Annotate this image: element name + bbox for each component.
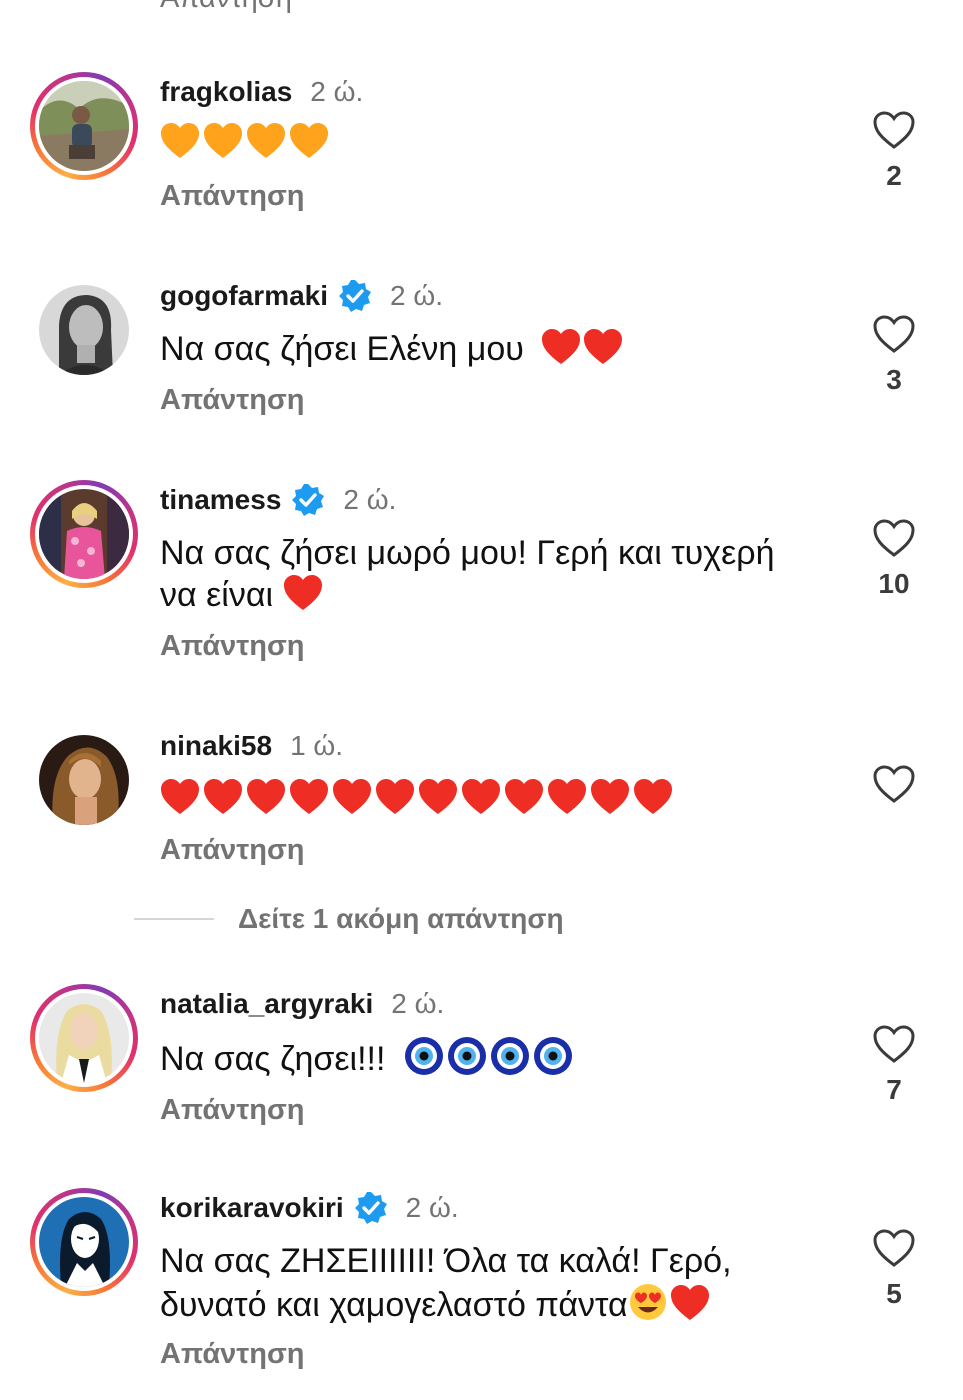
comment-text-line: Να σας ΖΗΣΕΙΙΙΙΙΙ! Όλα τα καλά! Γερό, <box>160 1242 732 1280</box>
heart-outline-icon <box>873 519 915 557</box>
timestamp: 2 ώ. <box>343 484 397 515</box>
avatar-story-ring[interactable] <box>30 984 138 1092</box>
avatar <box>39 489 129 579</box>
red-heart-emoji <box>505 779 543 814</box>
timestamp: 2 ώ. <box>390 280 444 311</box>
like-count: 2 <box>886 160 902 191</box>
username[interactable]: fragkolias <box>160 76 292 108</box>
avatar <box>39 735 129 825</box>
like-count: 5 <box>886 1278 902 1309</box>
heart-eyes-emoji <box>628 1282 668 1322</box>
heart-outline-icon <box>873 1025 915 1063</box>
avatar-story-ring[interactable] <box>30 72 138 180</box>
red-heart-emoji <box>541 328 581 366</box>
heart-outline-icon <box>873 315 915 353</box>
red-heart-emoji <box>419 779 457 814</box>
avatar-story-ring[interactable] <box>30 480 138 588</box>
orange-heart-emoji <box>204 123 242 158</box>
red-heart-emoji <box>591 779 629 814</box>
red-heart-emoji <box>204 779 242 814</box>
red-heart-emoji <box>161 779 199 814</box>
like-count: 7 <box>886 1074 902 1105</box>
comment-text-content: Να σας ζησει!!! <box>160 1040 386 1078</box>
avatar-container[interactable] <box>30 276 138 384</box>
username[interactable]: natalia_argyraki <box>160 988 373 1020</box>
divider-line <box>134 918 214 920</box>
username[interactable]: gogofarmaki <box>160 280 328 312</box>
avatar <box>39 285 129 375</box>
timestamp: 2 ώ. <box>405 1192 459 1223</box>
avatar <box>39 1197 129 1287</box>
reply-button[interactable]: Απάντηση <box>160 180 305 213</box>
orange-heart-emoji <box>161 123 199 158</box>
username[interactable]: korikaravokiri <box>160 1192 344 1224</box>
orange-heart-emoji <box>290 123 328 158</box>
view-more-replies-button[interactable]: Δείτε 1 ακόμη απάντηση <box>134 903 564 935</box>
comment-text: Να σας ζήσει Ελένη μου <box>160 328 840 370</box>
comment-text <box>160 778 840 816</box>
emoji-row <box>160 122 840 160</box>
avatar <box>39 993 129 1083</box>
view-more-replies-label: Δείτε 1 ακόμη απάντηση <box>238 903 564 934</box>
red-heart-emoji <box>670 1284 710 1322</box>
red-heart-emoji <box>290 779 328 814</box>
like-count: 3 <box>886 364 902 395</box>
reply-button[interactable]: Απάντηση <box>160 384 305 417</box>
like-count: 10 <box>878 568 910 599</box>
red-heart-emoji <box>247 779 285 814</box>
comment-text: Να σας ΖΗΣΕΙΙΙΙΙΙ! Όλα τα καλά! Γερό, δυ… <box>160 1240 840 1326</box>
reply-link-previous[interactable]: Απάντηση <box>160 0 292 15</box>
like-control[interactable] <box>870 764 918 804</box>
red-heart-emoji <box>634 779 672 814</box>
heart-outline-icon <box>873 1229 915 1267</box>
red-heart-emoji <box>548 779 586 814</box>
heart-outline-icon <box>873 111 915 149</box>
comment-text: Να σας ζησει!!! <box>160 1036 840 1080</box>
red-heart-emoji <box>583 328 623 366</box>
reply-button[interactable]: Απάντηση <box>160 630 305 663</box>
verified-badge-icon <box>354 1191 388 1225</box>
red-heart-emoji <box>462 779 500 814</box>
comment-text <box>160 122 840 160</box>
timestamp: 2 ώ. <box>391 988 445 1019</box>
comment-text-line: Να σας ζήσει μωρό μου! Γερή και τυχερή <box>160 534 775 572</box>
comment-text-line: δυνατό και χαμογελαστό πάντα <box>160 1286 628 1324</box>
comment-text-content: Να σας ζήσει Ελένη μου <box>160 330 524 368</box>
emoji-row <box>401 1037 573 1078</box>
like-control[interactable]: 10 <box>870 518 918 600</box>
nazar-amulet-emoji <box>490 1037 529 1075</box>
like-control[interactable]: 7 <box>870 1024 918 1106</box>
like-control[interactable]: 5 <box>870 1228 918 1310</box>
comment-text-line: να είναι <box>160 576 274 614</box>
username[interactable]: tinamess <box>160 484 281 516</box>
reply-button[interactable]: Απάντηση <box>160 834 305 867</box>
timestamp: 1 ώ. <box>290 730 344 761</box>
reply-button[interactable]: Απάντηση <box>160 1094 305 1127</box>
red-heart-emoji <box>283 574 323 612</box>
verified-badge-icon <box>291 483 325 517</box>
like-control[interactable]: 2 <box>870 110 918 192</box>
nazar-amulet-emoji <box>404 1037 443 1075</box>
orange-heart-emoji <box>247 123 285 158</box>
red-heart-emoji <box>376 779 414 814</box>
nazar-amulet-emoji <box>533 1037 572 1075</box>
like-control[interactable]: 3 <box>870 314 918 396</box>
verified-badge-icon <box>338 279 372 313</box>
reply-button[interactable]: Απάντηση <box>160 1338 305 1371</box>
avatar <box>39 81 129 171</box>
heart-outline-icon <box>873 765 915 803</box>
red-heart-emoji <box>333 779 371 814</box>
emoji-row <box>160 778 840 816</box>
comment-text: Να σας ζήσει μωρό μου! Γερή και τυχερή ν… <box>160 532 840 616</box>
timestamp: 2 ώ. <box>310 76 364 107</box>
username[interactable]: ninaki58 <box>160 730 272 762</box>
avatar-story-ring[interactable] <box>30 1188 138 1296</box>
nazar-amulet-emoji <box>447 1037 486 1075</box>
avatar-container[interactable] <box>30 726 138 834</box>
